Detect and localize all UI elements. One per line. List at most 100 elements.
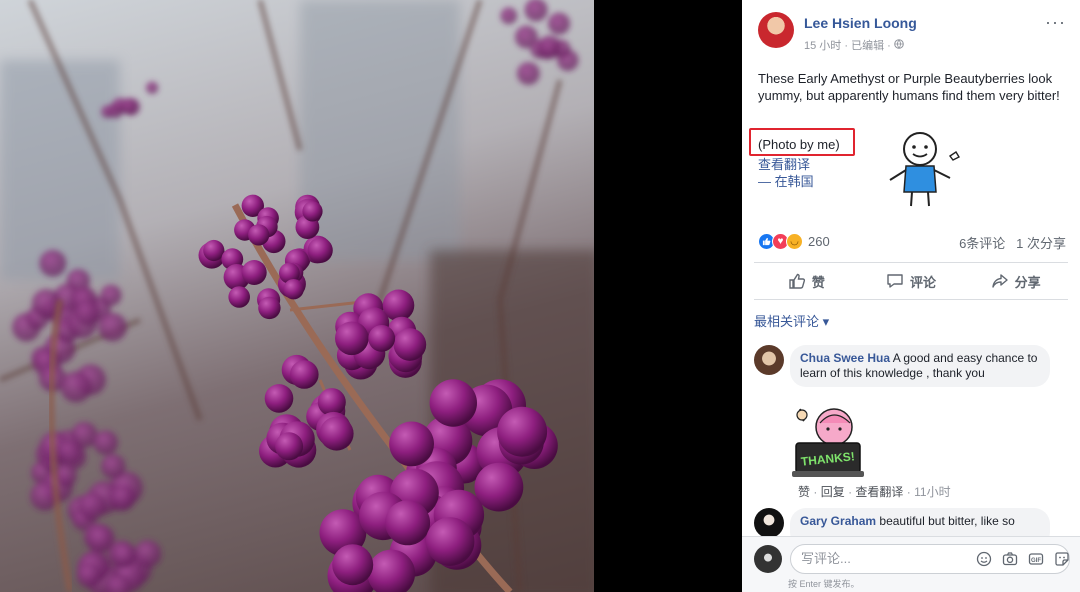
berry [319, 416, 354, 451]
berry [302, 201, 323, 222]
svg-text:GIF: GIF [1031, 558, 1041, 564]
comment-time[interactable]: 11小时 [914, 485, 950, 499]
berry [537, 35, 562, 59]
berry [290, 360, 319, 389]
action-separator: · [906, 485, 915, 499]
post-text: These Early Amethyst or Purple Beautyber… [758, 71, 1060, 103]
post-options-icon[interactable]: ··· [1045, 12, 1066, 33]
berry [335, 321, 369, 356]
berry [60, 371, 92, 403]
berry [393, 328, 427, 361]
meta-separator: · [887, 40, 894, 52]
berry [74, 299, 101, 326]
composer-hint: 按 Enter 键发布。 [788, 579, 860, 589]
berry [100, 284, 122, 306]
berry [133, 539, 162, 568]
berry [248, 224, 270, 246]
berry [385, 500, 431, 546]
berry [425, 517, 475, 566]
berry [500, 7, 518, 25]
berry [203, 239, 225, 262]
berry [86, 524, 115, 553]
berry [258, 296, 281, 320]
berry [283, 279, 304, 300]
berry [474, 462, 524, 512]
berry [497, 406, 548, 457]
comment-bubble: Chua Swee Hua A good and easy chance to … [790, 345, 1050, 387]
camera-icon[interactable] [1002, 551, 1018, 567]
haha-reaction-icon: ◡ [786, 232, 803, 250]
viewer-avatar [754, 545, 782, 573]
comment-translate-link[interactable]: 查看翻译 [855, 485, 903, 499]
comment-label: 评论 [910, 274, 937, 290]
sticker-character-icon [889, 132, 960, 207]
berry [57, 439, 82, 465]
globe-icon [894, 39, 904, 52]
author-avatar[interactable] [758, 12, 794, 48]
berry [54, 464, 77, 487]
reaction-count: 260 [808, 233, 830, 249]
like-button[interactable]: 赞 [754, 263, 859, 299]
berry [264, 384, 294, 413]
berry [145, 81, 159, 94]
berry [39, 249, 67, 277]
comment-icon [887, 274, 903, 288]
comment-actions: 赞 · 回复 · 查看翻译 · 11小时 [798, 483, 951, 500]
berry [93, 430, 118, 455]
like-label: 赞 [811, 274, 825, 290]
berry [120, 98, 137, 115]
thanks-sticker-icon: THANKS! [792, 408, 864, 477]
commenter-name[interactable]: Gary Graham [800, 514, 876, 528]
emoji-icon[interactable] [976, 551, 992, 567]
berry-photo[interactable] [0, 0, 594, 592]
commenter-name[interactable]: Chua Swee Hua [800, 351, 890, 365]
berry [241, 260, 267, 285]
reaction-summary[interactable]: ♥ ◡ 260 [758, 232, 830, 250]
post-panel: Lee Hsien Loong 15 小时 · 已编辑 · ··· These … [742, 0, 1080, 592]
berry [228, 286, 250, 308]
post-location[interactable]: — 在韩国 [758, 171, 814, 190]
commenter-avatar[interactable] [754, 508, 784, 538]
action-separator: · [813, 485, 821, 499]
comment-count[interactable]: 6条评论 [959, 236, 1005, 251]
berry [77, 491, 107, 521]
berry [332, 544, 374, 586]
berry [547, 12, 571, 35]
sticker-icon[interactable] [1054, 551, 1070, 567]
berry [516, 62, 540, 85]
berry [368, 325, 396, 352]
gif-icon[interactable]: GIF [1028, 551, 1044, 567]
share-button[interactable]: 分享 [963, 263, 1068, 299]
photo-letterbox [594, 0, 742, 592]
thumbs-up-icon [789, 273, 805, 289]
comment-sort-dropdown[interactable]: 最相关评论 ▾ [754, 311, 829, 330]
photo-credit: (Photo by me) [758, 137, 840, 152]
post-meta: 15 小时 · 已编辑 · [804, 37, 904, 53]
berry [76, 562, 102, 588]
share-label: 分享 [1014, 274, 1041, 290]
post-action-bar: 赞 评论 分享 [754, 262, 1068, 300]
composer-icons: GIF [976, 551, 1070, 567]
post-stats: 6条评论 1 次分享 [959, 233, 1066, 252]
comment-reply-link[interactable]: 回复 [821, 485, 845, 499]
comment-button[interactable]: 评论 [859, 263, 964, 299]
berry [389, 421, 434, 467]
post-author-name[interactable]: Lee Hsien Loong [804, 15, 917, 31]
berry [317, 388, 346, 417]
post-time[interactable]: 15 小时 [804, 40, 841, 52]
comment-text: beautiful but bitter, like so [879, 514, 1015, 528]
berry [98, 312, 127, 342]
comment-composer: 写评论... GIF 按 Enter 键发布。 [742, 536, 1080, 592]
berry [524, 0, 548, 22]
post-edited[interactable]: 已编辑 [851, 40, 884, 52]
berry [307, 237, 333, 263]
comment-like-link[interactable]: 赞 [798, 485, 810, 499]
berry [111, 542, 137, 568]
share-count[interactable]: 1 次分享 [1016, 236, 1066, 251]
berry [275, 432, 304, 461]
berry [429, 379, 477, 427]
berry-illustration [0, 0, 594, 592]
berry [100, 454, 126, 479]
share-icon [991, 274, 1008, 288]
commenter-avatar[interactable] [754, 345, 784, 375]
